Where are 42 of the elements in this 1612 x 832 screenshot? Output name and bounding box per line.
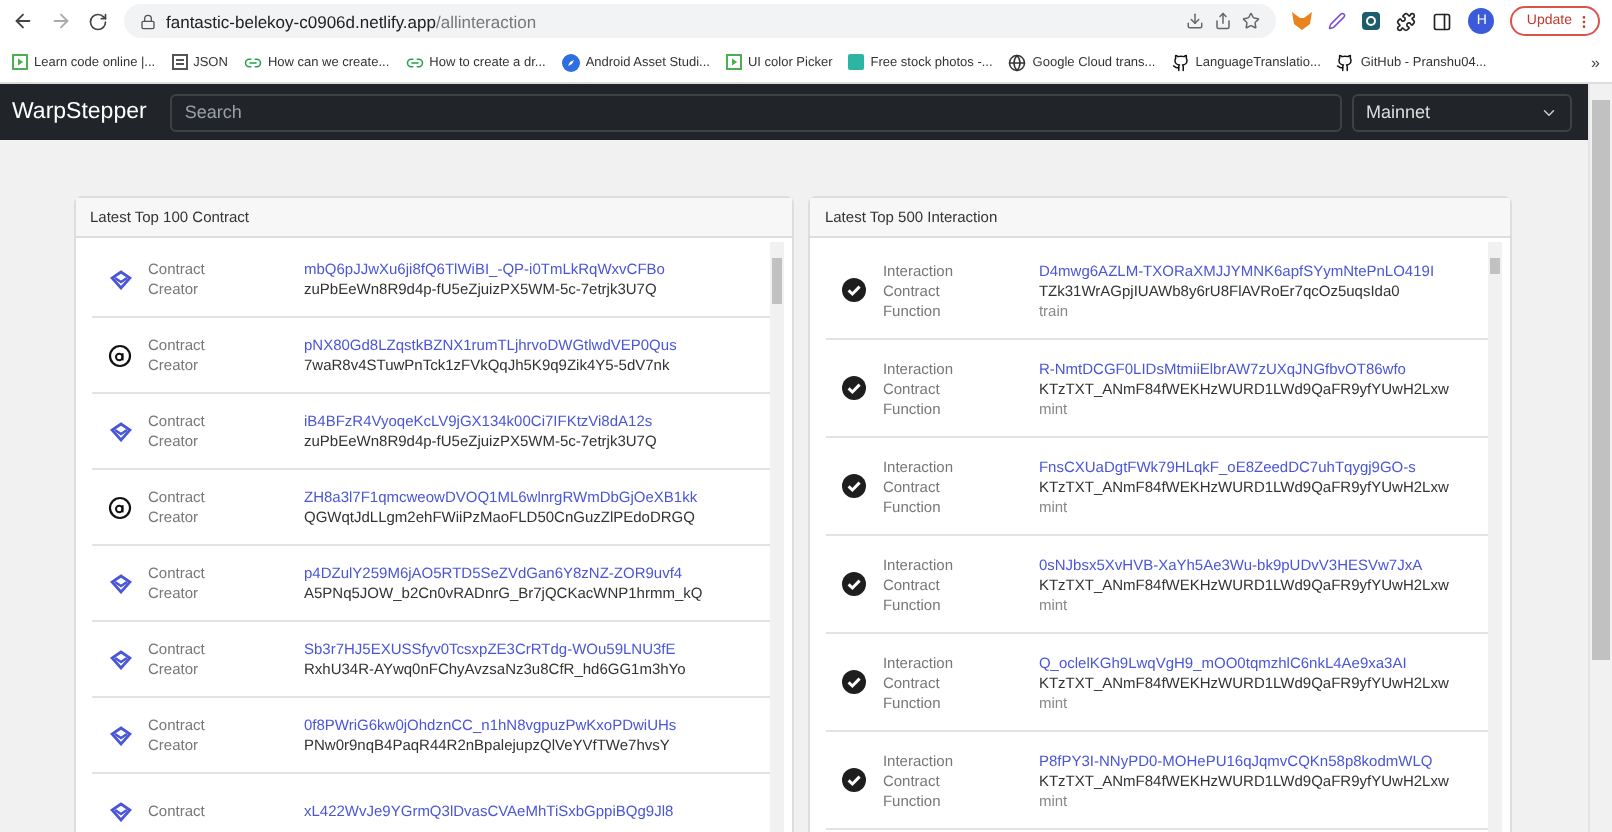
diamond-icon	[109, 573, 131, 593]
download-icon[interactable]	[1186, 12, 1205, 30]
fox-icon[interactable]	[1292, 12, 1313, 30]
address-bar[interactable]: fantastic-belekoy-c0906d.netlify.app/allinteraction	[124, 4, 1277, 38]
search-field[interactable]: Search	[170, 93, 1342, 131]
pen-icon[interactable]	[1328, 12, 1347, 30]
globe-icon	[1008, 53, 1027, 71]
square-icon	[848, 54, 865, 70]
diamond-icon	[109, 649, 131, 669]
back-icon[interactable]	[12, 10, 34, 32]
compass-icon	[561, 53, 580, 71]
diamond-icon	[109, 421, 131, 441]
url-text: fantastic-belekoy-c0906d.netlify.app/allinteraction	[166, 11, 537, 31]
share-icon[interactable]	[1214, 12, 1233, 30]
more-bookmarks[interactable]: »	[1591, 53, 1600, 71]
github-icon	[1336, 53, 1355, 71]
check-circle-icon	[842, 572, 867, 596]
link-icon	[405, 53, 424, 71]
diamond-icon	[109, 801, 131, 821]
play-icon	[12, 54, 28, 70]
lock-icon	[140, 13, 156, 29]
link-icon	[243, 53, 262, 71]
document-icon	[171, 54, 188, 70]
circled-letter-icon	[108, 495, 132, 519]
brand-link[interactable]: WarpStepper	[12, 100, 147, 124]
diamond-icon	[109, 725, 131, 745]
star-icon[interactable]	[1242, 12, 1261, 30]
check-circle-icon	[842, 278, 867, 302]
github-icon	[1171, 53, 1190, 71]
diamond-icon	[109, 269, 131, 289]
check-circle-icon	[842, 376, 867, 400]
extension-icon[interactable]	[1362, 12, 1381, 30]
check-circle-icon	[842, 670, 867, 694]
side-panel-icon[interactable]	[1432, 11, 1453, 31]
network-select[interactable]: Mainnet	[1352, 93, 1572, 131]
check-circle-icon	[842, 474, 867, 498]
page-scrollbar[interactable]	[1588, 84, 1612, 832]
reload-icon[interactable]	[88, 11, 108, 31]
puzzle-icon[interactable]	[1396, 11, 1417, 31]
circled-letter-icon	[108, 343, 132, 367]
check-circle-icon	[842, 768, 867, 792]
play-icon	[725, 54, 742, 70]
